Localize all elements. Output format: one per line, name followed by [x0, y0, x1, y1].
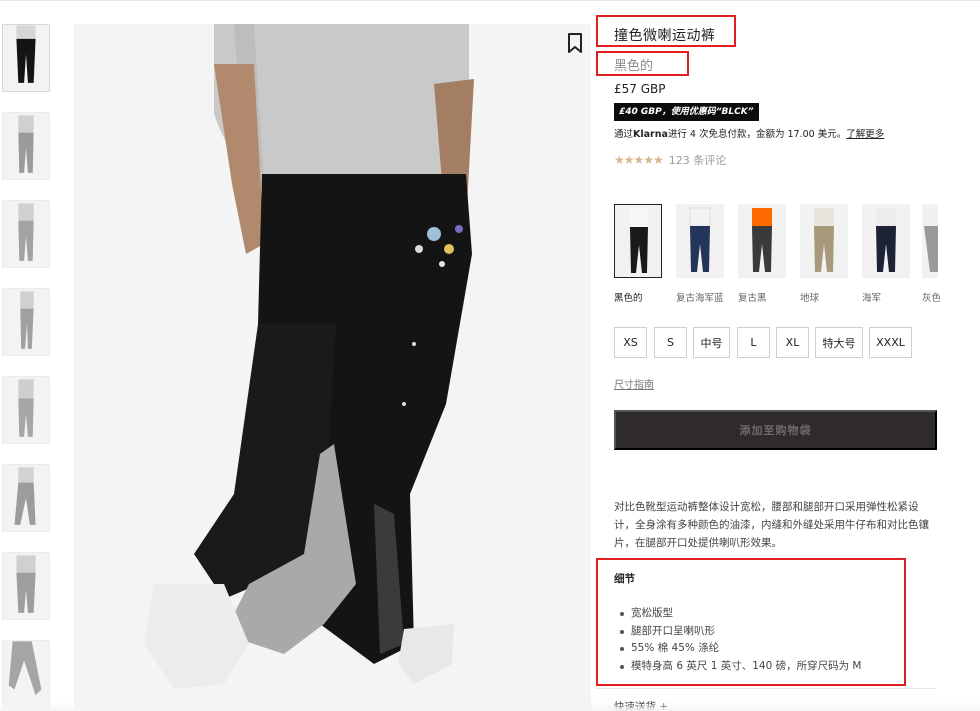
bottom-fade [0, 702, 980, 711]
thumbnail-1[interactable] [2, 24, 50, 92]
swatch-label-navy: 海军 [862, 293, 882, 304]
main-product-image [74, 24, 591, 711]
star-rating-icon: ★★★★★ [614, 153, 664, 167]
size-button-s[interactable]: S [654, 327, 687, 358]
review-count: 123 条评论 [668, 154, 727, 167]
thumbnail-6[interactable] [2, 464, 50, 532]
thumbnail-5[interactable] [2, 376, 50, 444]
size-button-xxxl[interactable]: XXXL [869, 327, 912, 358]
color-swatch-vintage-black[interactable] [738, 204, 786, 278]
klarna-installments: 通过Klarna进行 4 次免息付款，金额为 17.00 美元。了解更多 [614, 126, 884, 140]
color-swatch-earth[interactable] [800, 204, 848, 278]
color-swatch-grey[interactable] [922, 204, 938, 278]
thumbnail-2[interactable] [2, 112, 50, 180]
color-swatch-black[interactable] [614, 204, 662, 278]
product-photo [74, 24, 591, 711]
thumbnail-3[interactable] [2, 200, 50, 268]
thumbnail-7[interactable] [2, 552, 50, 620]
size-button-l[interactable]: L [737, 327, 770, 358]
details-item: 腿部开口呈喇叭形 [620, 623, 862, 641]
color-highlight-box [596, 51, 689, 76]
size-button-xs[interactable]: XS [614, 327, 647, 358]
details-item: 模特身高 6 英尺 1 英寸、140 磅，所穿尺码为 M [620, 658, 862, 676]
title-highlight-box [596, 15, 736, 47]
details-list: 宽松版型 腿部开口呈喇叭形 55% 棉 45% 涤纶 模特身高 6 英尺 1 英… [620, 605, 862, 676]
klarna-prefix: 通过 [614, 129, 634, 140]
bookmark-icon[interactable] [566, 32, 584, 54]
size-button-m[interactable]: 中号 [693, 327, 730, 358]
color-swatch-navy[interactable] [862, 204, 910, 278]
product-description: 对比色靴型运动裤整体设计宽松，腰部和腿部开口采用弹性松紧设计，全身涂有多种颜色的… [614, 501, 929, 549]
color-swatch-vintage-navy[interactable] [676, 204, 724, 278]
details-item: 55% 棉 45% 涤纶 [620, 640, 862, 658]
thumbnail-4[interactable] [2, 288, 50, 356]
price: £57 GBP [614, 82, 666, 96]
thumbnail-8[interactable] [2, 640, 50, 708]
size-guide-link[interactable]: 尺寸指南 [614, 376, 654, 391]
details-heading: 细节 [614, 573, 635, 585]
swatch-label-vintage-black: 复古黑 [738, 293, 767, 304]
swatch-label-black: 黑色的 [614, 293, 643, 304]
rating[interactable]: ★★★★★ 123 条评论 [614, 152, 726, 168]
swatch-label-vintage-navy: 复古海军蓝 [676, 293, 724, 304]
size-button-xxl[interactable]: 特大号 [815, 327, 863, 358]
swatch-label-earth: 地球 [800, 293, 820, 304]
size-button-xl[interactable]: XL [776, 327, 809, 358]
promo-badge: £40 GBP，使用优惠码“BLCK” [614, 103, 759, 121]
learn-more-link[interactable]: 了解更多 [846, 129, 884, 140]
delivery-divider [596, 688, 936, 689]
swatch-label-grey: 灰色 [922, 293, 940, 304]
details-item: 宽松版型 [620, 605, 862, 623]
klarna-text: 进行 4 次免息付款，金额为 17.00 美元。 [667, 129, 847, 140]
top-divider [0, 0, 980, 1]
add-to-bag-button[interactable]: 添加至购物袋 [614, 410, 937, 450]
klarna-brand: Klarna [633, 129, 668, 140]
